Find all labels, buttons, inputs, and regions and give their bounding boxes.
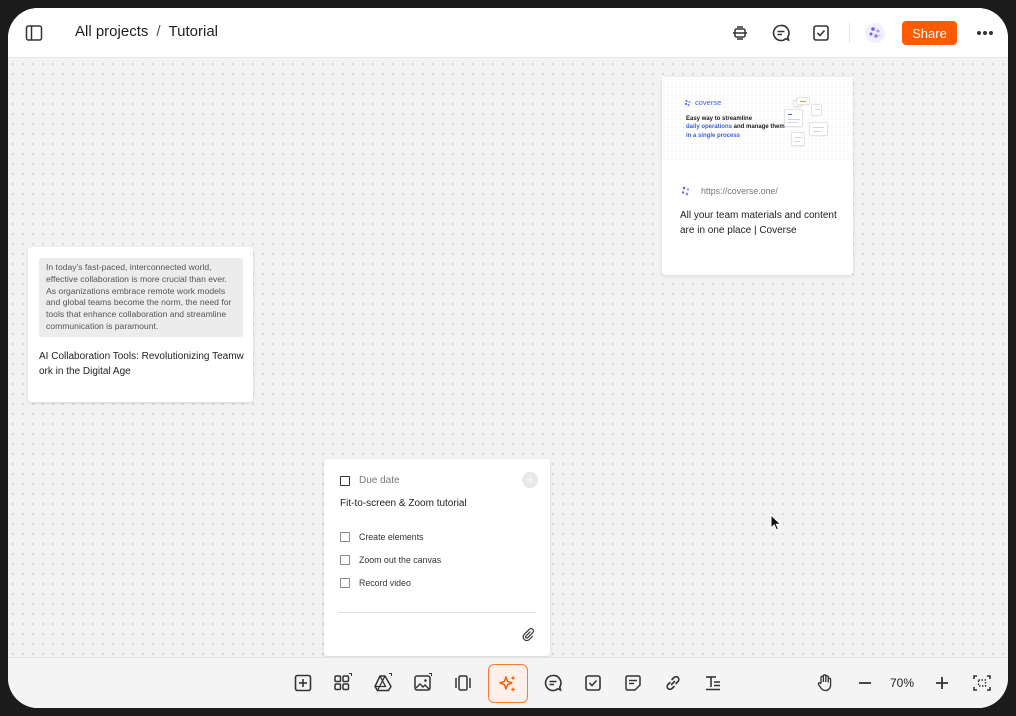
link-url-row: https://coverse.one/ (680, 185, 778, 197)
preview-mini-card (791, 132, 805, 146)
article-title: AI Collaboration Tools: Revolutionizing … (39, 351, 244, 377)
preview-mini-card (809, 122, 828, 136)
google-drive-icon[interactable] (373, 673, 393, 693)
link-preview-card[interactable]: coverse Easy way to streamline daily ope… (662, 77, 853, 275)
link-preview-image: coverse Easy way to streamline daily ope… (662, 77, 853, 162)
mouse-pointer-icon (770, 514, 782, 531)
fit-to-screen-icon[interactable] (972, 673, 992, 693)
ai-sparkle-icon (499, 675, 516, 692)
checklist-checkbox[interactable] (340, 532, 350, 542)
zoom-level[interactable]: 70% (890, 676, 914, 690)
coverse-brand-text: coverse (695, 98, 722, 107)
apps-grid-icon[interactable] (333, 673, 353, 693)
more-options-icon[interactable] (973, 21, 997, 45)
attachment-icon[interactable] (521, 627, 535, 642)
zoom-out-icon[interactable] (855, 673, 875, 693)
preview-tagline: Easy way to streamline daily operations … (686, 115, 786, 140)
article-card[interactable]: In today's fast-paced, interconnected wo… (28, 247, 253, 402)
checklist-item[interactable]: Zoom out the canvas (340, 555, 441, 565)
share-button[interactable]: Share (902, 21, 957, 45)
breadcrumb-separator: / (156, 23, 161, 40)
tasks-icon[interactable] (809, 21, 833, 45)
ai-assistant-button[interactable] (488, 664, 528, 703)
slides-icon[interactable] (453, 673, 473, 693)
comment-icon[interactable] (543, 673, 563, 693)
coverse-logo: coverse (684, 98, 721, 107)
preview-mini-card (784, 109, 803, 127)
link-url[interactable]: https://coverse.one/ (701, 186, 778, 196)
image-icon[interactable] (413, 673, 433, 693)
breadcrumb-root[interactable]: All projects (75, 23, 148, 40)
add-element-icon[interactable] (293, 673, 313, 693)
top-header: All projects / Tutorial Share (8, 8, 1008, 58)
breadcrumb: All projects / Tutorial (75, 23, 218, 40)
task-card[interactable]: Due date + Fit-to-screen & Zoom tutorial… (324, 459, 550, 656)
task-icon[interactable] (583, 673, 603, 693)
sidebar-toggle-icon[interactable] (22, 21, 46, 45)
board-canvas[interactable]: In today's fast-paced, interconnected wo… (8, 59, 1008, 657)
checklist-item[interactable]: Record video (340, 578, 411, 588)
tagline-part-1: Easy way to streamline (686, 116, 753, 122)
checklist-item[interactable]: Create elements (340, 532, 424, 542)
preview-mini-card (811, 104, 822, 116)
workspace-avatar-icon[interactable] (863, 21, 887, 45)
tagline-part-2: daily operations (686, 124, 733, 131)
link-icon[interactable] (663, 673, 683, 693)
app-window: All projects / Tutorial Share In today's… (8, 8, 1008, 708)
tagline-part-3: and manage them (732, 124, 785, 131)
present-icon[interactable] (728, 21, 752, 45)
due-date-checkbox[interactable] (340, 475, 350, 486)
tagline-part-4: in a single process (686, 132, 741, 139)
due-date-label: Due date (359, 475, 400, 486)
checklist-item-label: Create elements (359, 532, 424, 542)
checklist-item-label: Record video (359, 578, 411, 588)
checklist-item-label: Zoom out the canvas (359, 555, 442, 565)
breadcrumb-current[interactable]: Tutorial (169, 23, 218, 40)
coverse-favicon-icon (681, 186, 690, 196)
article-excerpt: In today's fast-paced, interconnected wo… (39, 258, 243, 337)
checklist-checkbox[interactable] (340, 555, 350, 565)
add-assignee-icon[interactable]: + (522, 472, 538, 488)
preview-mini-card (796, 97, 810, 105)
task-divider (338, 612, 536, 613)
hand-pan-icon[interactable] (815, 673, 835, 693)
comments-icon[interactable] (769, 21, 793, 45)
note-icon[interactable] (623, 673, 643, 693)
task-title: Fit-to-screen & Zoom tutorial (340, 498, 467, 509)
due-date-row[interactable]: Due date (340, 475, 400, 486)
zoom-in-icon[interactable] (932, 673, 952, 693)
link-title: All your team materials and content are … (680, 210, 837, 236)
header-divider (849, 23, 850, 43)
checklist-checkbox[interactable] (340, 578, 350, 588)
text-icon[interactable] (703, 673, 723, 693)
bottom-toolbar: 70% (8, 657, 1008, 708)
